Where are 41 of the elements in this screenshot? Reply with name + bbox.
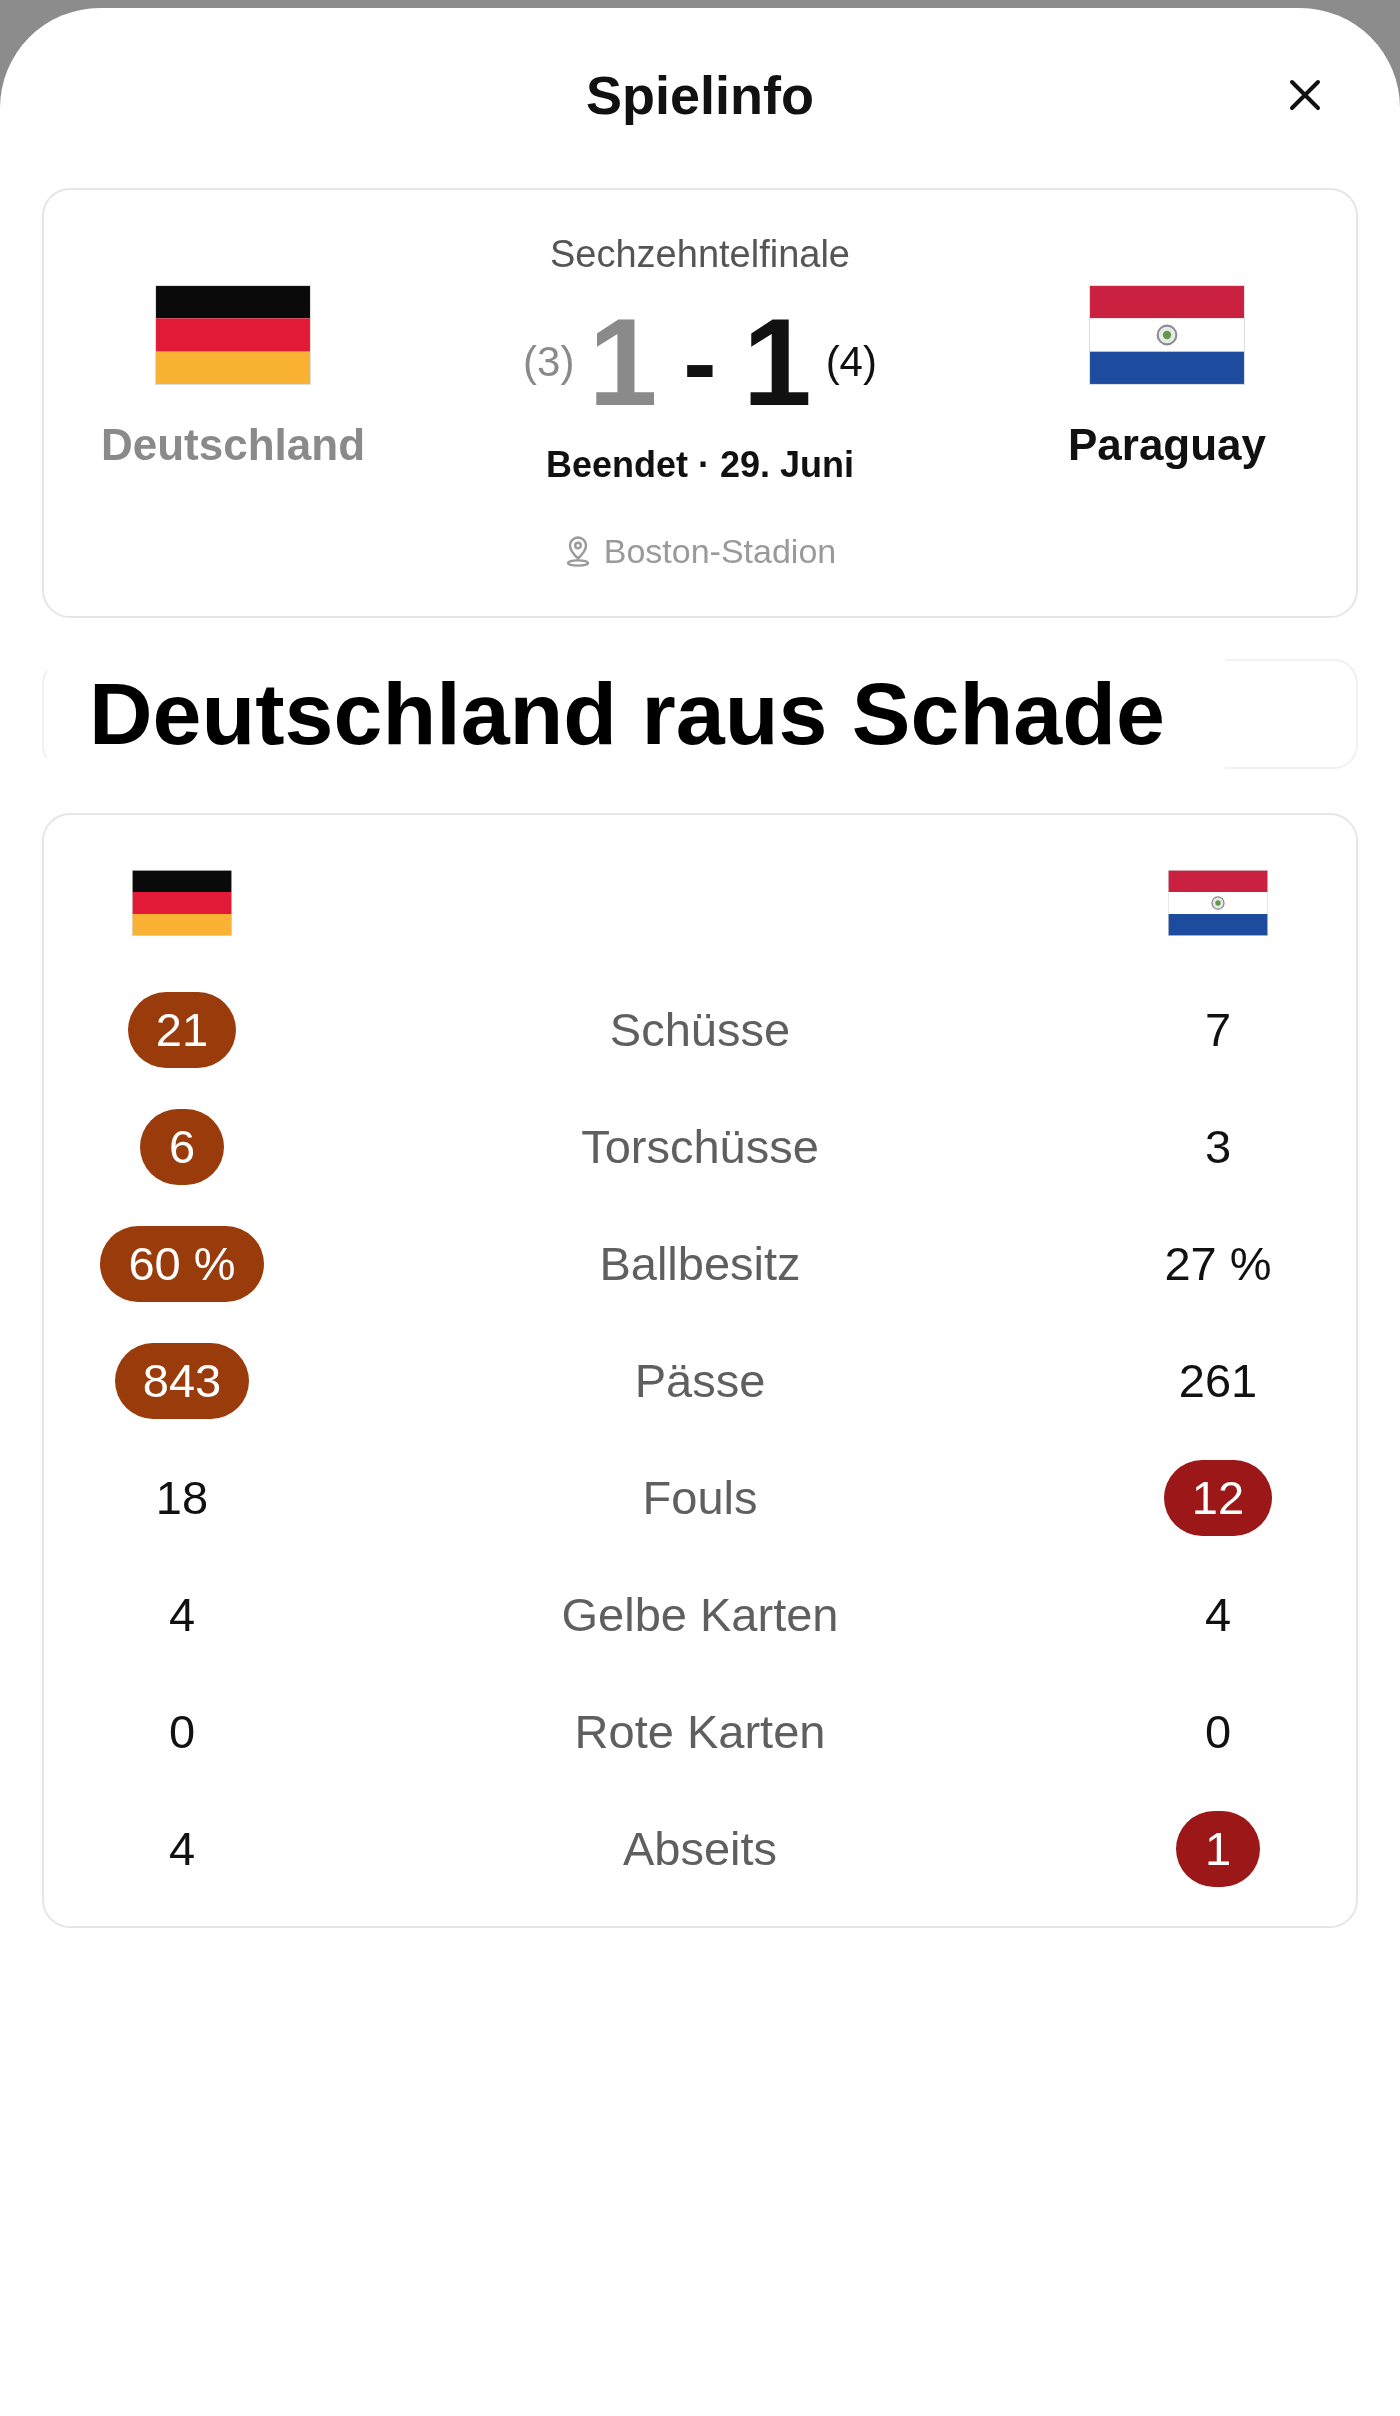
germany-flag-icon [155, 285, 311, 385]
germany-flag-icon [132, 870, 232, 936]
stat-label: Rote Karten [574, 1703, 826, 1760]
stat-value-badge: 843 [114, 1342, 250, 1419]
paraguay-flag-icon [1168, 870, 1268, 936]
stat-value: 4 [168, 1586, 196, 1643]
stat-value: 4 [168, 1820, 196, 1877]
stat-label: Pässe [634, 1352, 766, 1409]
penalty-score: (3) [523, 337, 575, 387]
sheet-title: Spielinfo [586, 64, 814, 127]
stat-label: Ballbesitz [599, 1235, 801, 1292]
team-name: Deutschland [100, 419, 365, 471]
stat-value: 0 [168, 1703, 196, 1760]
venue: Boston-Stadion [603, 531, 837, 572]
stat-value: 261 [1178, 1352, 1258, 1409]
round-label: Sechzehntelfinale [550, 232, 850, 276]
goal-score: 1 [742, 300, 812, 424]
stat-label: Fouls [642, 1469, 758, 1526]
headline: Deutschland raus Schade [89, 664, 1165, 764]
stat-value-badge: 60 % [100, 1225, 264, 1302]
stat-value-badge: 12 [1163, 1459, 1273, 1536]
team-name: Paraguay [1067, 419, 1267, 471]
stat-value: 3 [1204, 1118, 1232, 1175]
paraguay-flag-icon [1089, 285, 1245, 385]
stat-value: 27 % [1164, 1235, 1272, 1292]
penalty-score: (4) [825, 338, 877, 385]
stat-value: 4 [1204, 1586, 1232, 1643]
stat-value: 7 [1204, 1001, 1232, 1058]
stat-label: Gelbe Karten [561, 1586, 839, 1643]
stat-label: Torschüsse [581, 1118, 819, 1175]
stat-value: 0 [1204, 1703, 1232, 1760]
score-separator: - [683, 312, 717, 412]
stat-label: Schüsse [609, 1001, 791, 1058]
stat-label: Abseits [622, 1820, 778, 1877]
match-status: Beendet · 29. Juni [545, 443, 855, 487]
goal-score: 1 [588, 293, 658, 431]
stat-value-badge: 6 [140, 1108, 224, 1185]
stat-value-badge: 1 [1176, 1810, 1260, 1887]
stat-value: 18 [155, 1469, 209, 1526]
stat-value-badge: 21 [127, 991, 237, 1068]
close-icon [1289, 79, 1321, 111]
